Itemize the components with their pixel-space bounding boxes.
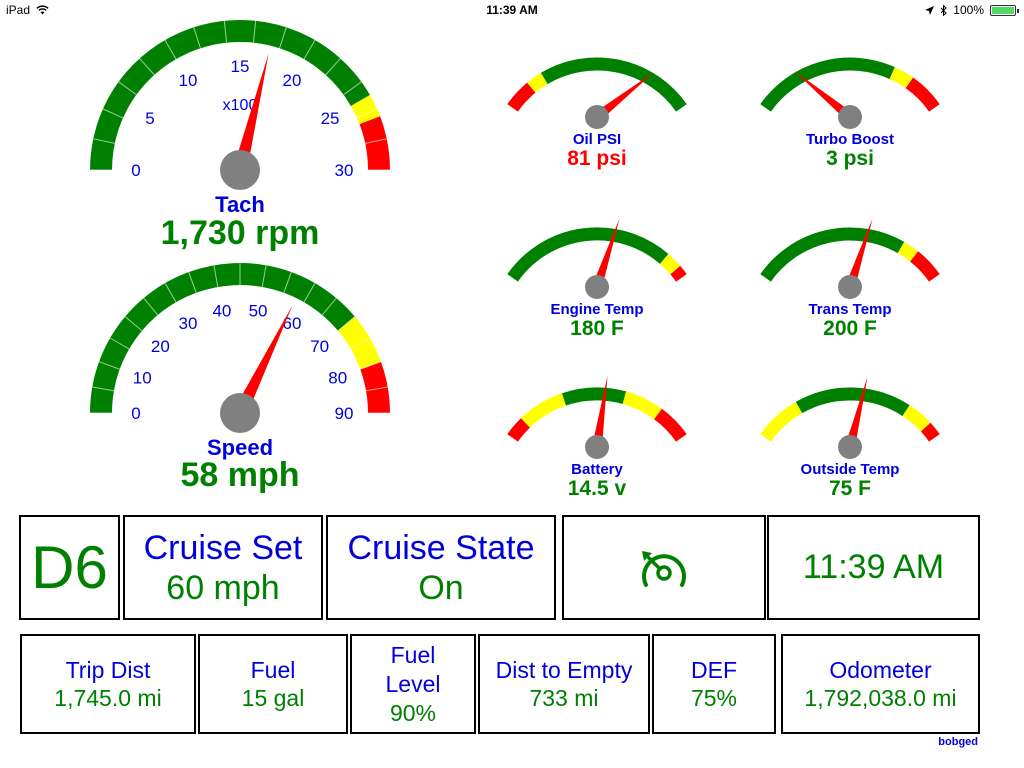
speed-tick-label: 10 xyxy=(133,368,152,387)
speed-tick-label: 30 xyxy=(179,314,198,333)
turbo-boost-zone-2 xyxy=(905,77,940,112)
speed-hub xyxy=(220,393,260,433)
turbo-boost-value: 3 psi xyxy=(826,147,874,170)
cruise-icon-tile[interactable] xyxy=(562,515,766,620)
outside-temp-hub xyxy=(838,435,862,459)
clock-display: 11:39 AM xyxy=(802,548,945,586)
trans-temp-value: 200 F xyxy=(823,317,877,340)
fuel-value: 15 gal xyxy=(241,685,305,711)
fuel-level-label: Fuel Level xyxy=(385,641,441,697)
clock-tile: 11:39 AM xyxy=(767,515,980,620)
tach-hub xyxy=(220,150,260,190)
speed-tick-label: 20 xyxy=(151,337,170,356)
trip-dist-tile: Trip Dist 1,745.0 mi xyxy=(20,634,196,734)
engine-temp-zone-0 xyxy=(507,227,669,282)
oil-psi-zone-1 xyxy=(527,72,548,93)
tach-tick-label: 20 xyxy=(283,71,302,90)
cruise-set-label: Cruise Set xyxy=(143,528,303,567)
engine-temp-label: Engine Temp xyxy=(550,301,643,318)
dist-to-empty-tile: Dist to Empty 733 mi xyxy=(478,634,650,734)
def-label: DEF xyxy=(691,657,737,683)
trip-dist-value: 1,745.0 mi xyxy=(54,685,162,711)
trans-temp-zone-2 xyxy=(909,251,940,282)
def-value: 75% xyxy=(690,685,738,711)
gear-indicator: D6 xyxy=(31,533,108,601)
turbo-boost-hub xyxy=(838,105,862,129)
tach-zone-1 xyxy=(350,94,381,125)
fuel-tile: Fuel 15 gal xyxy=(198,634,348,734)
speed-tick-label: 90 xyxy=(335,404,354,423)
trans-temp-zone-0 xyxy=(760,227,905,282)
battery-zone-2 xyxy=(561,387,627,406)
speed-value: 58 mph xyxy=(180,456,299,494)
oil-psi-hub xyxy=(585,105,609,129)
fuel-level-tile: Fuel Level 90% xyxy=(350,634,476,734)
odometer-tile: Odometer 1,792,038.0 mi xyxy=(781,634,980,734)
cruise-control-icon xyxy=(642,550,686,587)
outside-temp-zone-2 xyxy=(902,405,931,432)
battery-hub xyxy=(585,435,609,459)
outside-temp-zone-1 xyxy=(795,387,910,417)
speed-tick-label: 0 xyxy=(131,404,140,423)
trans-temp-hub xyxy=(838,275,862,299)
trans-temp-zone-1 xyxy=(897,241,919,262)
tach-zone-2 xyxy=(359,116,391,171)
cruise-state-tile: Cruise State On xyxy=(326,515,556,620)
battery-zone-1 xyxy=(520,393,567,428)
battery-zone-3 xyxy=(622,391,662,420)
gear-tile: D6 xyxy=(19,515,120,620)
tach-tick-label: 5 xyxy=(145,109,154,128)
battery-label: Battery xyxy=(571,461,623,478)
oil-psi-value: 81 psi xyxy=(567,147,627,170)
engine-temp-hub xyxy=(585,275,609,299)
fuel-label: Fuel xyxy=(250,657,296,683)
author-credit: bobged xyxy=(938,736,978,748)
outside-temp-label: Outside Temp xyxy=(801,461,900,478)
turbo-boost-zone-1 xyxy=(889,67,914,89)
battery-zone-4 xyxy=(653,408,687,442)
oil-psi-label: Oil PSI xyxy=(573,131,621,148)
speed-tick-label: 70 xyxy=(310,337,329,356)
odometer-label: Odometer xyxy=(829,657,932,683)
speed-tick-label: 50 xyxy=(249,302,268,321)
outside-temp-value: 75 F xyxy=(829,477,871,500)
dist-to-empty-value: 733 mi xyxy=(529,685,599,711)
trip-dist-label: Trip Dist xyxy=(65,657,151,683)
dist-to-empty-label: Dist to Empty xyxy=(495,657,633,683)
speed-tick-label: 40 xyxy=(212,302,231,321)
fuel-level-value: 90% xyxy=(389,699,437,726)
gauge-panel: 051015202530x100Tach1,730 rpm010203040 50… xyxy=(90,19,940,500)
tach-tick-label: 15 xyxy=(231,57,250,76)
def-tile: DEF 75% xyxy=(652,634,776,734)
engine-temp-zone-2 xyxy=(670,265,687,282)
tach-tick-label: 0 xyxy=(131,161,140,180)
battery-zone-0 xyxy=(507,418,531,442)
turbo-boost-label: Turbo Boost xyxy=(806,131,894,148)
cruise-state-value: On xyxy=(418,568,464,607)
tach-tick-label: 10 xyxy=(179,71,198,90)
trans-temp-label: Trans Temp xyxy=(808,301,891,318)
outside-temp-zone-3 xyxy=(920,422,940,442)
battery-value: 14.5 v xyxy=(568,477,627,500)
cruise-state-label: Cruise State xyxy=(347,528,535,567)
odometer-value: 1,792,038.0 mi xyxy=(804,685,957,711)
tach-tick-label: 30 xyxy=(335,161,354,180)
oil-psi-zone-0 xyxy=(507,82,536,112)
cruise-set-tile: Cruise Set 60 mph xyxy=(123,515,323,620)
speed-tick-label: 80 xyxy=(328,368,347,387)
cruise-set-value: 60 mph xyxy=(166,568,280,607)
engine-temp-zone-1 xyxy=(659,253,681,275)
outside-temp-zone-0 xyxy=(760,401,803,442)
tach-tick-label: 25 xyxy=(321,109,340,128)
engine-temp-value: 180 F xyxy=(570,317,624,340)
speed-tick-label: 60 xyxy=(283,314,302,333)
tach-value: 1,730 rpm xyxy=(161,214,320,252)
